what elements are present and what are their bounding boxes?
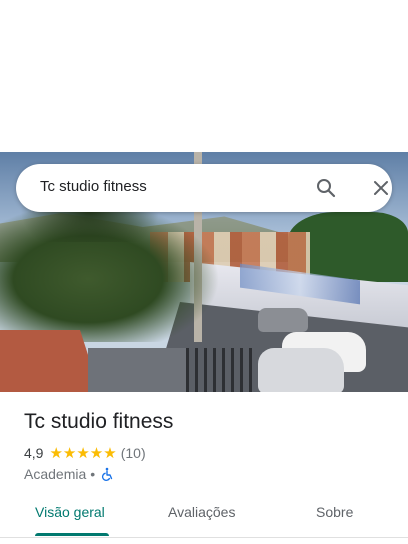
separator-dot: • bbox=[90, 466, 96, 482]
place-name: Tc studio fitness bbox=[24, 410, 174, 433]
search-icon[interactable] bbox=[314, 176, 338, 200]
review-count[interactable]: (10) bbox=[121, 445, 146, 461]
rating-row[interactable]: 4,9 ★★★★★ (10) bbox=[24, 444, 146, 462]
tab-about[interactable]: Sobre bbox=[316, 504, 353, 520]
category-row: Academia • bbox=[24, 465, 115, 483]
rating-stars: ★★★★★ bbox=[49, 445, 117, 462]
blank-top-area bbox=[0, 0, 408, 152]
wheelchair-icon bbox=[101, 467, 115, 481]
tab-overview[interactable]: Visão geral bbox=[35, 504, 105, 520]
tab-reviews[interactable]: Avaliações bbox=[168, 504, 235, 520]
search-query-text[interactable]: Tc studio fitness bbox=[40, 178, 147, 195]
place-tabs: Visão geral Avaliações Sobre bbox=[0, 500, 408, 540]
active-tab-indicator bbox=[35, 533, 109, 536]
tabs-divider bbox=[0, 537, 408, 538]
close-icon[interactable] bbox=[369, 176, 393, 200]
rating-value: 4,9 bbox=[24, 445, 44, 461]
search-bar[interactable]: Tc studio fitness bbox=[16, 164, 392, 212]
category-label: Academia bbox=[24, 466, 87, 482]
